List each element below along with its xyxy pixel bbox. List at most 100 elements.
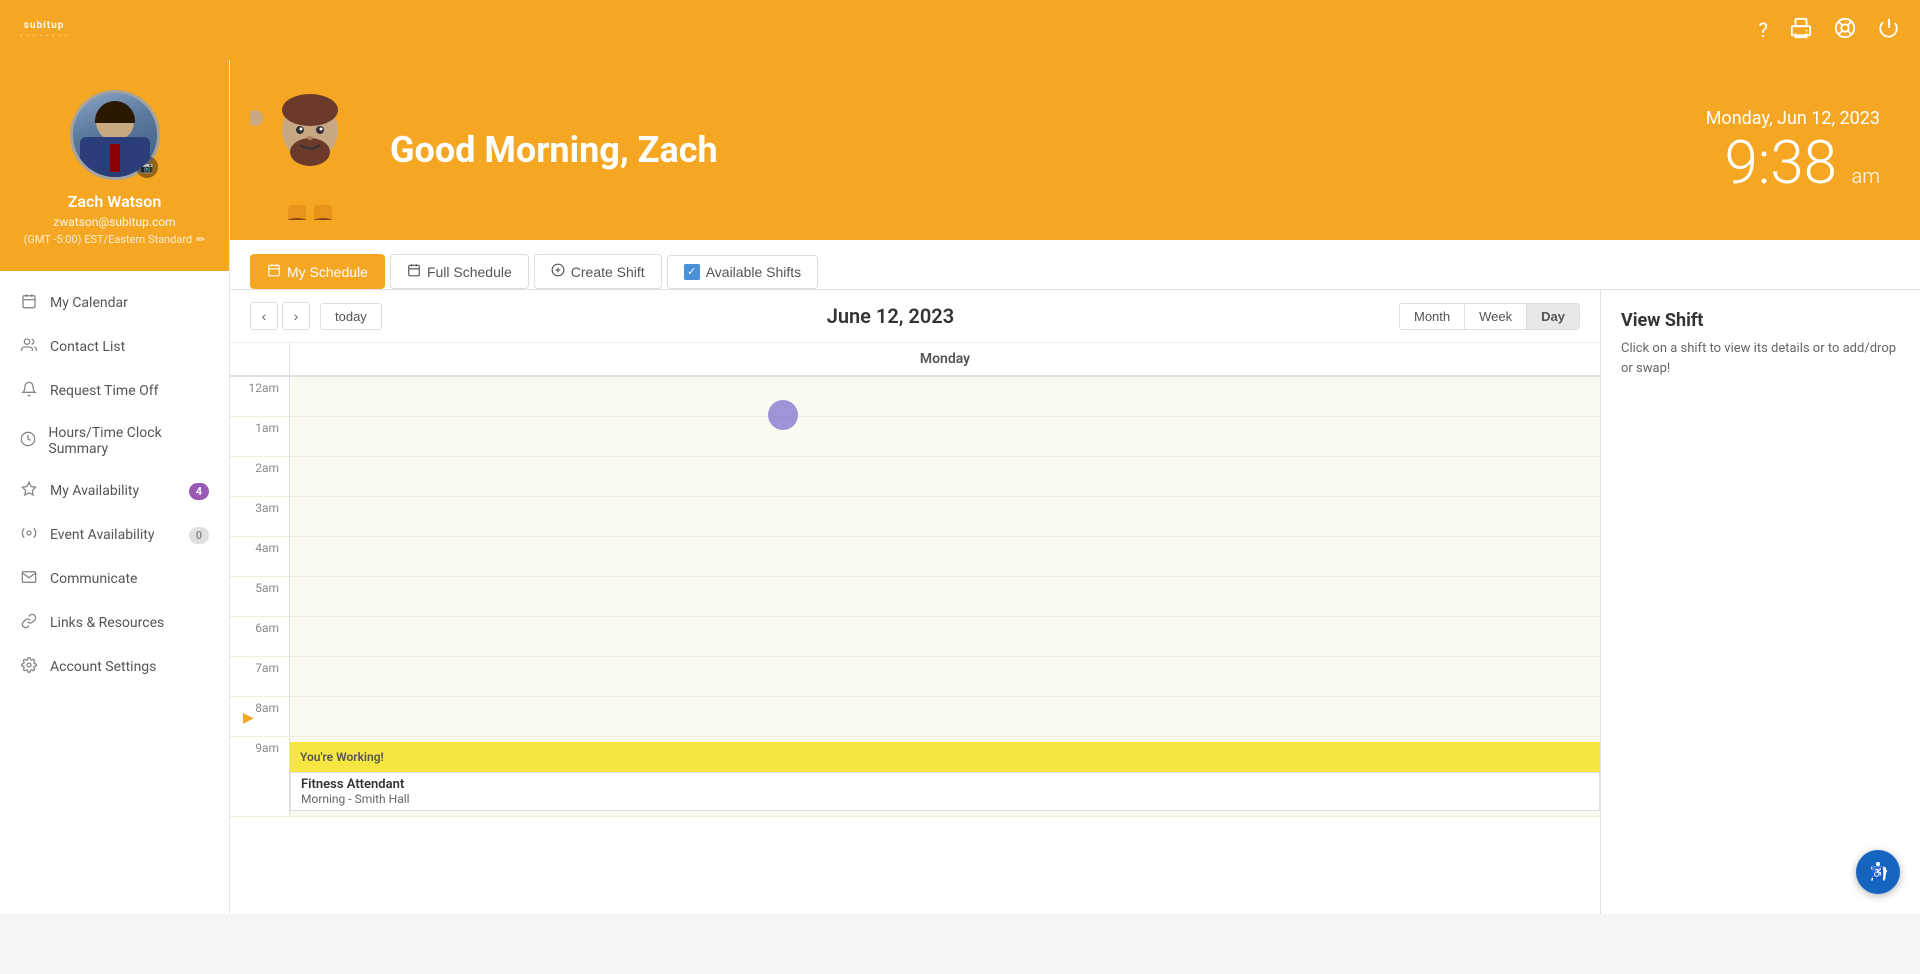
my-schedule-icon (267, 263, 281, 280)
content-area: Good Morning, Zach Monday, Jun 12, 2023 … (230, 60, 1920, 914)
accessibility-button[interactable]: ♿ (1856, 850, 1900, 894)
schedule-tabs: My Schedule Full Schedule Create Shift ✓ (230, 240, 1920, 290)
create-shift-icon (551, 263, 565, 280)
sidebar-item-event-availability[interactable]: Event Availability 0 (0, 513, 229, 557)
sidebar-item-label: Request Time Off (50, 383, 158, 399)
time-cell (290, 617, 1600, 656)
time-cell (290, 497, 1600, 536)
links-icon (20, 613, 38, 633)
top-header: subitup · · · · · · · · ? (0, 0, 1920, 60)
nav-arrows: ‹ › (250, 302, 310, 330)
time-row-7am: 7am (230, 657, 1600, 697)
view-shift-title: View Shift (1621, 310, 1900, 331)
schedule-section: My Schedule Full Schedule Create Shift ✓ (230, 240, 1920, 914)
calendar-title: June 12, 2023 (392, 304, 1389, 328)
time-cell (290, 377, 1600, 416)
print-icon[interactable] (1790, 17, 1812, 44)
sidebar-item-availability[interactable]: My Availability 4 (0, 469, 229, 513)
available-shifts-checkbox: ✓ (684, 264, 700, 280)
tab-create-shift[interactable]: Create Shift (534, 254, 662, 289)
time-cell-9am: You're Working! Fitness Attendant Mornin… (290, 737, 1600, 816)
banner-datetime: Monday, Jun 12, 2023 9:38 am (1706, 108, 1880, 193)
time-cell (290, 697, 1600, 736)
sidebar-item-contact-list[interactable]: Contact List (0, 325, 229, 369)
sidebar-item-label: My Availability (50, 483, 139, 499)
time-label: 1am (230, 417, 290, 456)
time-label: 3am (230, 497, 290, 536)
time-cell (290, 537, 1600, 576)
time-row-12am: 12am (230, 377, 1600, 417)
sidebar-item-communicate[interactable]: Communicate (0, 557, 229, 601)
sidebar-item-label: My Calendar (50, 295, 128, 311)
sidebar-item-label: Hours/Time Clock Summary (48, 425, 209, 457)
sidebar-item-hours[interactable]: Hours/Time Clock Summary (0, 413, 229, 469)
time-row-8am: 8am (230, 697, 1600, 737)
time-label: 8am (230, 697, 290, 736)
availability-badge: 4 (189, 483, 209, 500)
shift-title: Fitness Attendant (301, 777, 1589, 792)
contacts-icon (20, 337, 38, 357)
time-row-2am: 2am (230, 457, 1600, 497)
week-view-btn[interactable]: Week (1465, 304, 1527, 329)
working-bar[interactable]: You're Working! (290, 742, 1600, 772)
prev-button[interactable]: ‹ (250, 302, 278, 330)
shift-subtitle: Morning - Smith Hall (301, 792, 1589, 806)
day-header: Monday (230, 343, 1600, 377)
next-button[interactable]: › (282, 302, 310, 330)
today-button[interactable]: today (320, 303, 382, 330)
settings-icon (20, 657, 38, 677)
profile-name: Zach Watson (68, 192, 162, 211)
banner-time: 9:38 am (1706, 133, 1880, 193)
time-cell (290, 457, 1600, 496)
sidebar-item-links[interactable]: Links & Resources (0, 601, 229, 645)
full-schedule-icon (407, 263, 421, 280)
time-row-4am: 4am (230, 537, 1600, 577)
sidebar-item-calendar[interactable]: My Calendar (0, 281, 229, 325)
time-label: 7am (230, 657, 290, 696)
profile-timezone: (GMT -5:00) EST/Eastern Standard ✏ (24, 233, 206, 246)
sidebar-item-label: Communicate (50, 571, 137, 587)
svg-text:♿: ♿ (1872, 866, 1884, 879)
time-cell (290, 417, 1600, 456)
orange-arrow-indicator: ▶ (243, 710, 254, 726)
time-row-5am: 5am (230, 577, 1600, 617)
view-shift-description: Click on a shift to view its details or … (1621, 339, 1900, 378)
sidebar-nav: My Calendar Contact List Request Time Of… (0, 271, 229, 914)
time-label: 12am (230, 377, 290, 416)
time-label: 2am (230, 457, 290, 496)
avatar-container: 📷 (70, 90, 160, 180)
banner-date: Monday, Jun 12, 2023 (1706, 108, 1880, 129)
support-icon[interactable] (1834, 17, 1856, 44)
hours-icon (20, 431, 36, 451)
sidebar-item-label: Contact List (50, 339, 125, 355)
header-icons: ? (1759, 17, 1900, 44)
tab-full-schedule[interactable]: Full Schedule (390, 254, 529, 289)
sidebar-item-label: Links & Resources (50, 615, 164, 631)
calendar-grid: Monday 12am 1am 2am (230, 343, 1600, 914)
app-logo[interactable]: subitup · · · · · · · · (20, 20, 68, 40)
help-icon[interactable]: ? (1759, 18, 1768, 42)
time-row-9am: 9am You're Working! Fitness Attendant Mo… (230, 737, 1600, 817)
edit-timezone-icon[interactable]: ✏ (196, 233, 205, 246)
day-view-btn[interactable]: Day (1527, 304, 1579, 329)
time-cell (290, 577, 1600, 616)
welcome-banner: Good Morning, Zach Monday, Jun 12, 2023 … (230, 60, 1920, 240)
tab-available-shifts[interactable]: ✓ Available Shifts (667, 255, 818, 289)
calendar-icon (20, 293, 38, 313)
power-icon[interactable] (1878, 17, 1900, 44)
main-layout: 📷 Zach Watson zwatson@subitup.com (GMT -… (0, 60, 1920, 914)
sidebar-item-settings[interactable]: Account Settings (0, 645, 229, 689)
time-cell (290, 657, 1600, 696)
event-badge: 0 (189, 527, 209, 544)
time-header-spacer (230, 343, 290, 375)
time-row-1am: 1am (230, 417, 1600, 457)
event-icon (20, 525, 38, 545)
month-view-btn[interactable]: Month (1400, 304, 1465, 329)
tab-my-schedule[interactable]: My Schedule (250, 254, 385, 289)
sidebar-item-time-off[interactable]: Request Time Off (0, 369, 229, 413)
time-label: 5am (230, 577, 290, 616)
shift-details[interactable]: Fitness Attendant Morning - Smith Hall (290, 772, 1600, 811)
time-label: 4am (230, 537, 290, 576)
view-shift-panel: View Shift Click on a shift to view its … (1600, 290, 1920, 914)
avatar (70, 90, 160, 180)
